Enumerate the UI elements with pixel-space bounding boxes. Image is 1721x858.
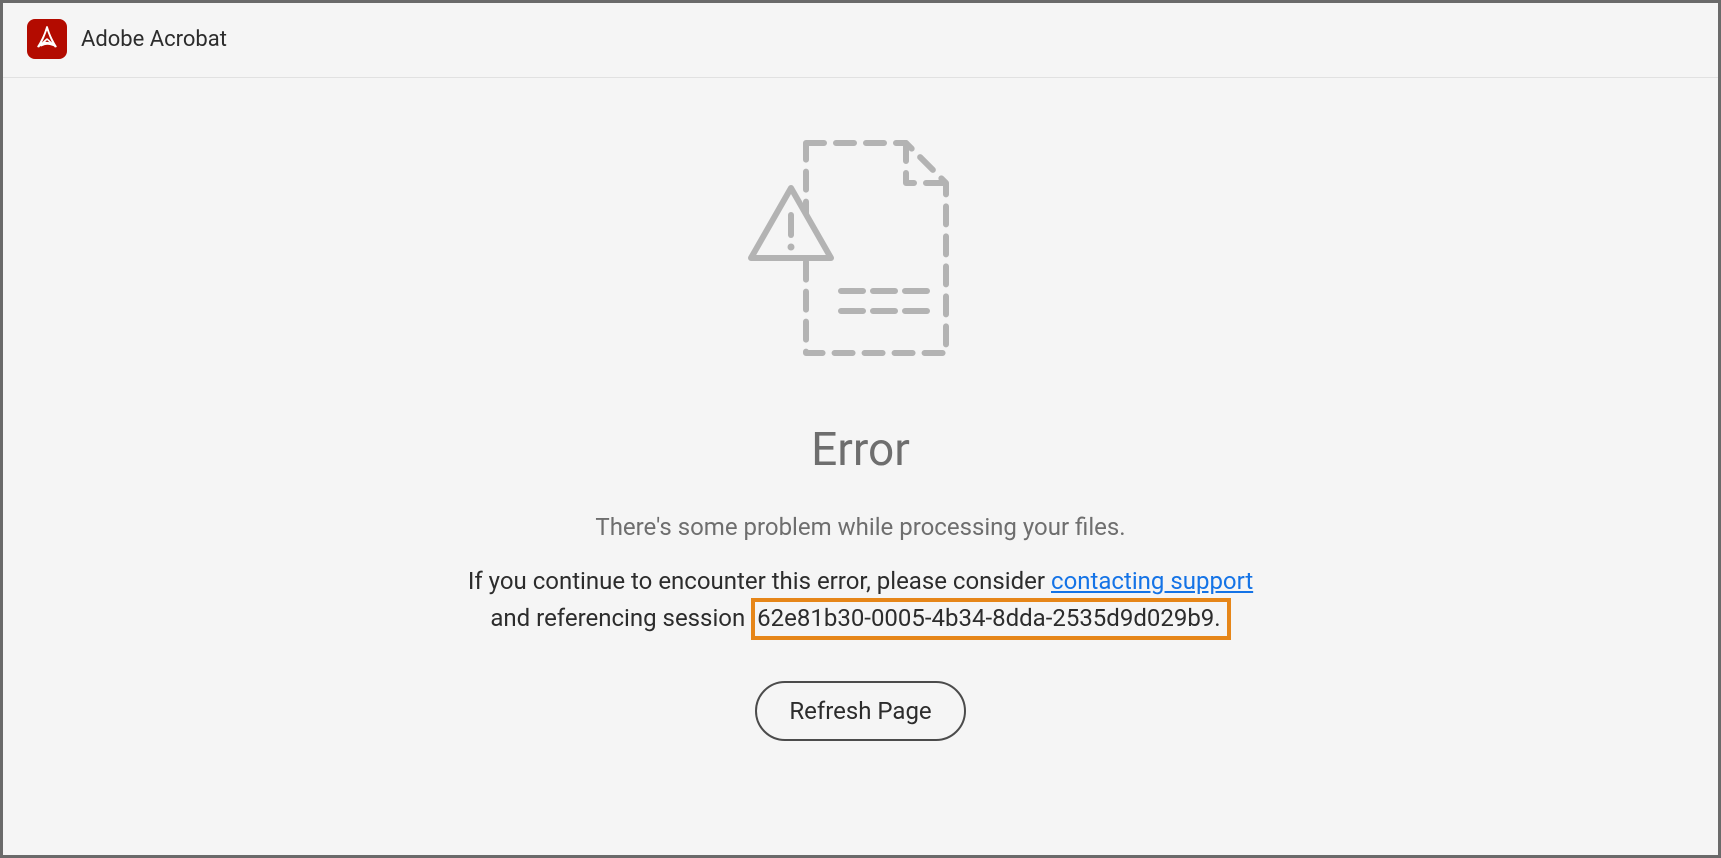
error-body: If you continue to encounter this error,… bbox=[468, 563, 1253, 637]
document-error-icon bbox=[746, 133, 976, 363]
error-content: Error There's some problem while process… bbox=[3, 78, 1718, 855]
error-body-middle: and referencing session bbox=[490, 604, 751, 632]
error-heading: Error bbox=[811, 423, 910, 477]
error-subtext: There's some problem while processing yo… bbox=[595, 513, 1125, 541]
contact-support-link[interactable]: contacting support bbox=[1051, 567, 1253, 595]
refresh-page-button[interactable]: Refresh Page bbox=[755, 681, 965, 741]
acrobat-app-icon bbox=[27, 19, 67, 59]
app-title: Adobe Acrobat bbox=[81, 27, 227, 52]
session-id-highlight: 62e81b30-0005-4b34-8dda-2535d9d029b9. bbox=[751, 598, 1230, 640]
error-body-prefix: If you continue to encounter this error,… bbox=[468, 567, 1051, 595]
session-id: 62e81b30-0005-4b34-8dda-2535d9d029b9. bbox=[757, 604, 1220, 632]
app-window: Adobe Acrobat Error There's some problem… bbox=[0, 0, 1721, 858]
titlebar: Adobe Acrobat bbox=[3, 3, 1718, 78]
